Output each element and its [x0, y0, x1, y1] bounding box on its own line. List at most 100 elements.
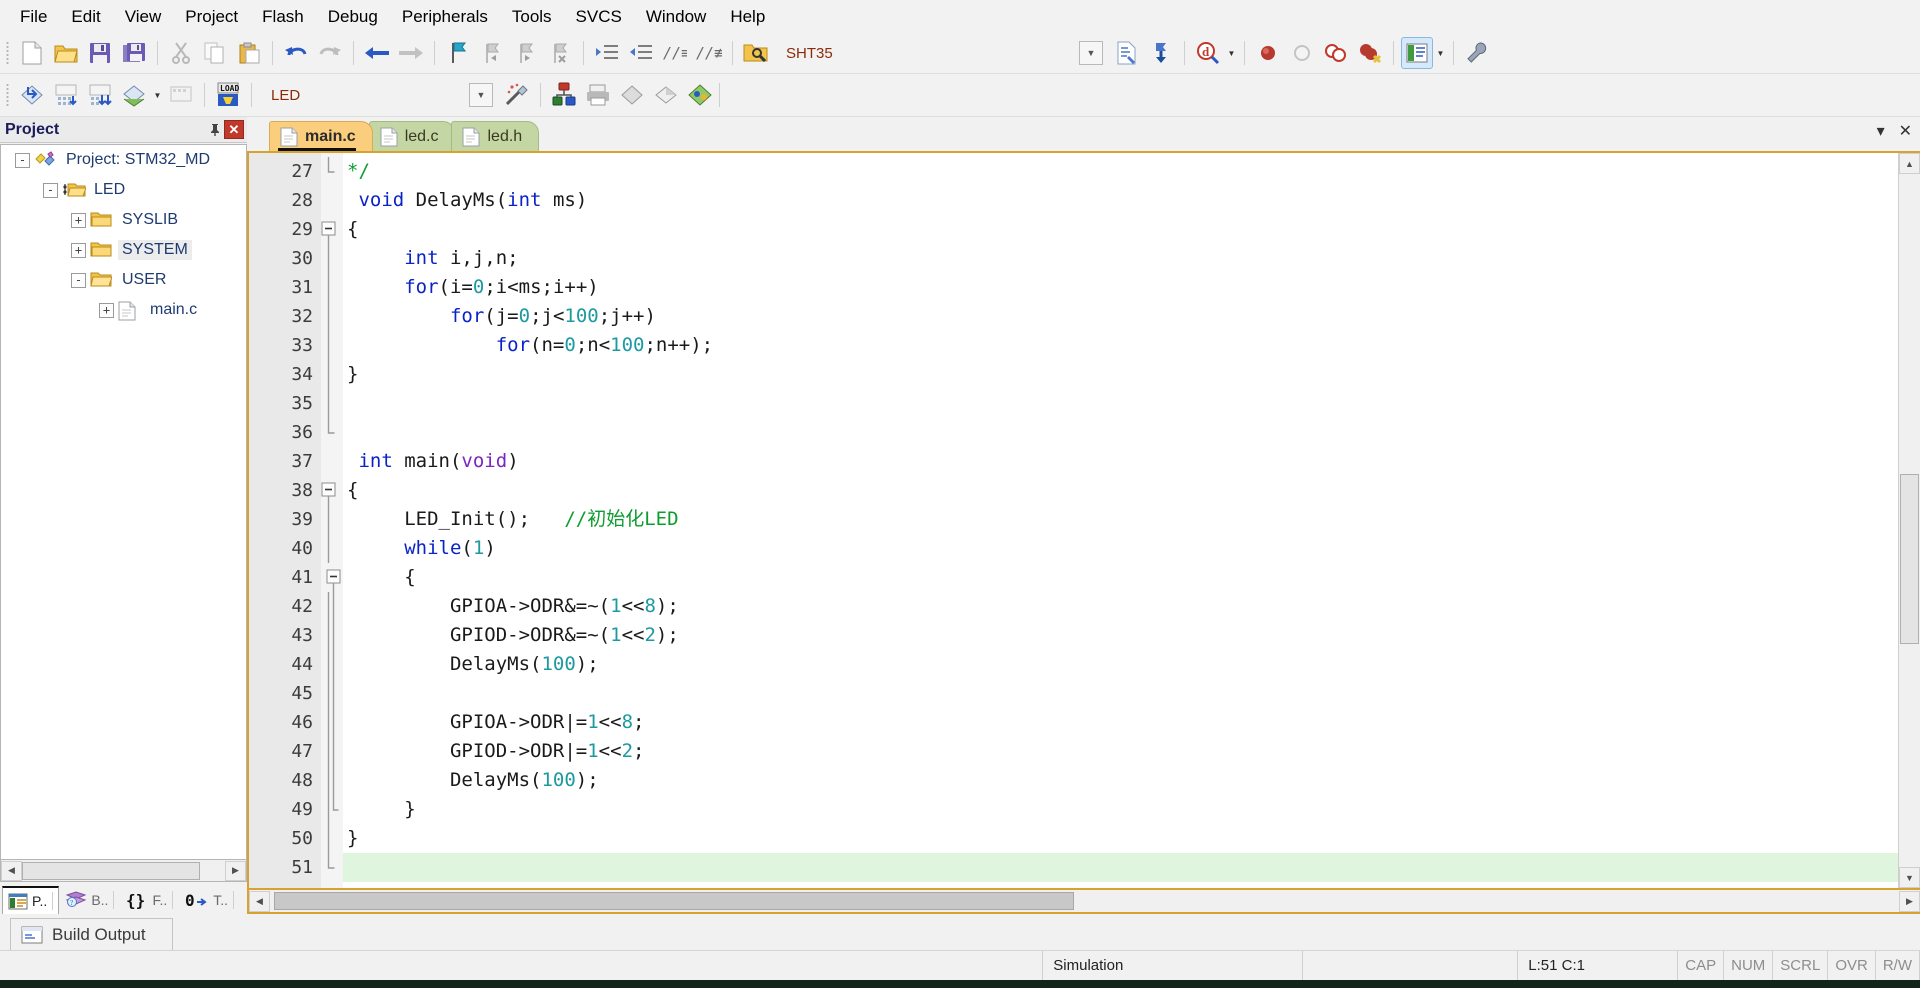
chevron-down-icon[interactable]: ▼ [1225, 37, 1238, 69]
collapse-icon[interactable]: - [15, 153, 30, 168]
goto-definition-icon[interactable] [1111, 37, 1143, 69]
target-options-icon[interactable] [501, 79, 533, 111]
expand-icon[interactable]: + [99, 303, 114, 318]
scroll-up-arrow-icon[interactable]: ▲ [1899, 153, 1920, 174]
code-line[interactable]: GPIOA->ODR&=~(1<<8); [343, 592, 1898, 621]
copy-icon[interactable] [199, 37, 231, 69]
menu-flash[interactable]: Flash [250, 4, 316, 29]
menu-file[interactable]: File [8, 4, 59, 29]
undo-icon[interactable] [280, 37, 312, 69]
code-line[interactable]: int main(void) [343, 447, 1898, 476]
download-icon[interactable]: LOAD [212, 79, 244, 111]
outdent-icon[interactable] [625, 37, 657, 69]
scroll-left-arrow-icon[interactable]: ◀ [1, 861, 22, 881]
disable-breakpoint-icon[interactable] [1286, 37, 1318, 69]
code-line[interactable]: GPIOD->ODR&=~(1<<2); [343, 621, 1898, 650]
code-text[interactable]: */ void DelayMs(int ms){ int i,j,n; for(… [343, 153, 1898, 888]
fold-collapse-icon[interactable] [321, 476, 343, 505]
code-line[interactable]: } [343, 360, 1898, 389]
chevron-down-icon[interactable]: ▼ [1079, 41, 1103, 65]
hscroll-thumb[interactable] [274, 892, 1074, 910]
find-in-files-icon[interactable] [740, 37, 772, 69]
rebuild-icon[interactable] [84, 79, 116, 111]
code-line[interactable] [343, 389, 1898, 418]
vscroll-thumb[interactable] [1900, 474, 1919, 644]
build-output-tab[interactable]: Build Output [10, 918, 173, 950]
code-line[interactable]: } [343, 795, 1898, 824]
code-line[interactable]: GPIOA->ODR|=1<<8; [343, 708, 1898, 737]
toolbar-grip[interactable] [4, 40, 12, 66]
stop-build-icon[interactable] [165, 79, 197, 111]
project-tree[interactable]: -Project: STM32_MD-LED+SYSLIB+SYSTEM-USE… [0, 144, 247, 860]
code-line[interactable]: */ [343, 157, 1898, 186]
code-line-cursor[interactable] [343, 853, 1898, 882]
navigate-forward-icon[interactable] [395, 37, 427, 69]
fold-collapse-icon[interactable] [321, 215, 343, 244]
code-line[interactable]: LED_Init(); //初始化LED [343, 505, 1898, 534]
paste-icon[interactable] [233, 37, 265, 69]
code-folding-column[interactable] [321, 153, 343, 888]
translate-icon[interactable] [16, 79, 48, 111]
scroll-down-arrow-icon[interactable]: ▼ [1899, 867, 1920, 888]
hscroll-track[interactable] [270, 891, 1899, 911]
open-file-icon[interactable] [50, 37, 82, 69]
code-editor[interactable]: 2728293031323334353637383940414243444546… [247, 151, 1920, 890]
expand-icon[interactable]: + [71, 213, 86, 228]
scroll-right-arrow-icon[interactable]: ▶ [225, 861, 246, 881]
doc-tab-led-c[interactable]: led.c [369, 121, 456, 151]
new-file-icon[interactable] [16, 37, 48, 69]
pane-tab-functions[interactable]: {}F.. [120, 886, 179, 914]
collapse-icon[interactable]: - [43, 183, 58, 198]
menu-edit[interactable]: Edit [59, 4, 112, 29]
code-line[interactable]: while(1) [343, 534, 1898, 563]
close-document-icon[interactable]: ✕ [1899, 121, 1912, 141]
menu-view[interactable]: View [113, 4, 174, 29]
bookmark-clear-icon[interactable] [544, 37, 576, 69]
code-line[interactable]: void DelayMs(int ms) [343, 186, 1898, 215]
editor-hscrollbar[interactable]: ◀ ▶ [247, 890, 1920, 914]
kill-all-breakpoints-icon[interactable] [1354, 37, 1386, 69]
hscroll-thumb[interactable] [22, 862, 200, 880]
save-all-icon[interactable] [118, 37, 150, 69]
scroll-right-arrow-icon[interactable]: ▶ [1899, 891, 1920, 912]
code-line[interactable]: DelayMs(100); [343, 766, 1898, 795]
comment-icon[interactable]: //≡ [659, 37, 691, 69]
tree-node-project[interactable]: -Project: STM32_MD [1, 145, 246, 175]
collapse-icon[interactable]: - [71, 273, 86, 288]
bookmark-next-icon[interactable] [510, 37, 542, 69]
tab-list-dropdown-icon[interactable]: ▾ [1877, 121, 1885, 141]
pane-tab-project[interactable]: P.. [2, 886, 59, 914]
indent-icon[interactable] [591, 37, 623, 69]
build-icon[interactable] [50, 79, 82, 111]
insert-breakpoint-icon[interactable] [1252, 37, 1284, 69]
code-line[interactable]: DelayMs(100); [343, 650, 1898, 679]
code-line[interactable]: { [343, 563, 1898, 592]
code-line[interactable]: } [343, 824, 1898, 853]
disable-all-breakpoints-icon[interactable] [1320, 37, 1352, 69]
pane-tab-books[interactable]: ?B.. [59, 886, 120, 914]
doc-tab-main-c[interactable]: main.c [269, 121, 373, 151]
cut-icon[interactable] [165, 37, 197, 69]
code-line[interactable] [343, 679, 1898, 708]
tree-node-system[interactable]: +SYSTEM [1, 235, 246, 265]
manage-components-icon[interactable] [548, 79, 580, 111]
menu-help[interactable]: Help [718, 4, 777, 29]
code-line[interactable]: for(i=0;i<ms;i++) [343, 273, 1898, 302]
uncomment-icon[interactable]: //≢ [693, 37, 725, 69]
menu-window[interactable]: Window [634, 4, 718, 29]
pin-icon[interactable] [206, 121, 224, 139]
vscroll-track[interactable] [1899, 174, 1920, 867]
chevron-down-icon[interactable]: ▼ [1434, 37, 1447, 69]
scroll-left-arrow-icon[interactable]: ◀ [249, 891, 270, 912]
doc-tab-led-h[interactable]: led.h [451, 121, 539, 151]
menu-peripherals[interactable]: Peripherals [390, 4, 500, 29]
code-line[interactable]: { [343, 215, 1898, 244]
editor-vscrollbar[interactable]: ▲ ▼ [1898, 153, 1920, 888]
toolbar-grip[interactable] [4, 82, 12, 108]
configuration-wizard-icon[interactable] [1461, 37, 1493, 69]
save-icon[interactable] [84, 37, 116, 69]
redo-icon[interactable] [314, 37, 346, 69]
window-layout-icon[interactable] [1401, 37, 1433, 69]
tree-node-main-c[interactable]: +main.c [1, 295, 246, 325]
layout2-icon[interactable] [650, 79, 682, 111]
